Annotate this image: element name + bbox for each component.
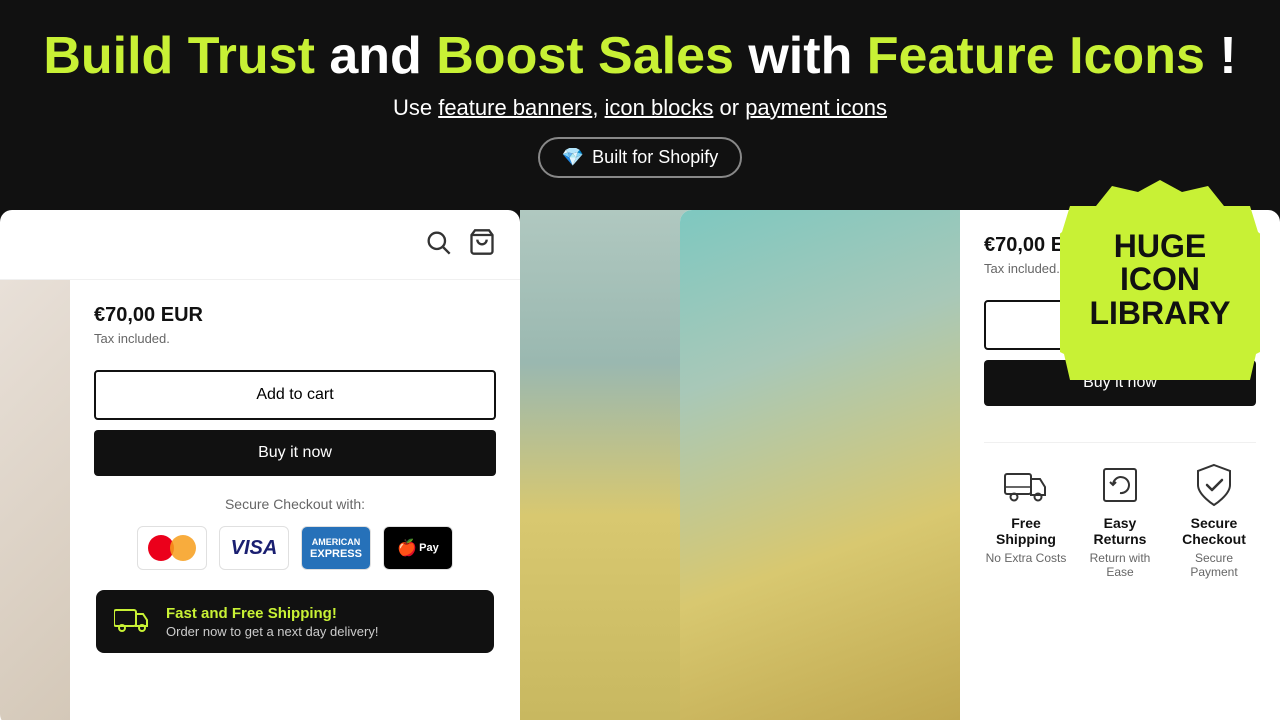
amex-icon: AMERICAN EXPRESS: [301, 526, 371, 570]
feature-icons-row: Free Shipping No Extra Costs Easy Re: [984, 442, 1256, 579]
payment-icons-row: VISA AMERICAN EXPRESS 🍎Pay: [94, 526, 496, 570]
title-exclaim: !: [1219, 27, 1236, 85]
title-boost-sales: Boost Sales: [436, 27, 734, 85]
secure-checkout-label: Secure Checkout with:: [94, 496, 496, 512]
product-area: €70,00 EUR Tax included. Add to cart Buy…: [0, 280, 520, 720]
card-nav: [0, 210, 520, 280]
cart-icon[interactable]: [468, 228, 496, 261]
applepay-icon: 🍎Pay: [383, 526, 453, 570]
right-product-image: [680, 210, 960, 720]
truck-icon: [1004, 463, 1048, 507]
left-product-card: €70,00 EUR Tax included. Add to cart Buy…: [0, 210, 520, 720]
mastercard-icon: [137, 526, 207, 570]
tax-info-left: Tax included.: [94, 331, 496, 346]
returns-icon: [1098, 463, 1142, 507]
free-shipping-label: Free Shipping: [984, 515, 1068, 547]
secure-checkout-desc: Secure Payment: [1172, 551, 1256, 579]
header-section: Build Trust and Boost Sales with Feature…: [0, 0, 1280, 198]
secure-checkout-label: Secure Checkout: [1172, 515, 1256, 547]
product-image-left: [0, 280, 70, 720]
feature-free-shipping: Free Shipping No Extra Costs: [984, 463, 1068, 579]
shipping-title: Fast and Free Shipping!: [166, 605, 476, 622]
title-feature-icons: Feature Icons: [867, 27, 1205, 85]
price-left: €70,00 EUR: [94, 304, 496, 327]
shopify-badge-text: Built for Shopify: [592, 147, 718, 168]
shipping-banner: Fast and Free Shipping! Order now to get…: [96, 590, 494, 653]
subtitle-link-icon-blocks[interactable]: icon blocks: [605, 95, 714, 120]
shield-icon: [1192, 463, 1236, 507]
middle-product-image: [520, 210, 700, 720]
subtitle-link-payment[interactable]: payment icons: [745, 95, 887, 120]
easy-returns-desc: Return with Ease: [1078, 551, 1162, 579]
shipping-subtitle: Order now to get a next day delivery!: [166, 624, 476, 639]
easy-returns-label: Easy Returns: [1078, 515, 1162, 547]
add-to-cart-button-left[interactable]: Add to cart: [94, 370, 496, 420]
shipping-text: Fast and Free Shipping! Order now to get…: [166, 605, 476, 639]
search-icon[interactable]: [424, 228, 452, 261]
title-with: with: [748, 27, 866, 85]
starburst-text: HUGE ICON LIBRARY: [1089, 230, 1230, 331]
main-title: Build Trust and Boost Sales with Feature…: [20, 28, 1260, 85]
free-shipping-desc: No Extra Costs: [986, 551, 1067, 565]
title-and: and: [329, 27, 436, 85]
subtitle-link-banners[interactable]: feature banners: [438, 95, 592, 120]
shopify-badge-button[interactable]: 💎 Built for Shopify: [538, 137, 742, 178]
subtitle: Use feature banners, icon blocks or paym…: [20, 95, 1260, 121]
feature-easy-returns: Easy Returns Return with Ease: [1078, 463, 1162, 579]
gem-icon: 💎: [562, 147, 584, 168]
visa-icon: VISA: [219, 526, 289, 570]
starburst-badge: HUGE ICON LIBRARY: [1060, 180, 1260, 380]
title-build-trust: Build Trust: [43, 27, 315, 85]
feature-secure-checkout: Secure Checkout Secure Payment: [1172, 463, 1256, 579]
buy-now-button-left[interactable]: Buy it now: [94, 430, 496, 476]
product-details-left: €70,00 EUR Tax included. Add to cart Buy…: [70, 280, 520, 720]
shipping-truck-icon: [114, 604, 150, 639]
